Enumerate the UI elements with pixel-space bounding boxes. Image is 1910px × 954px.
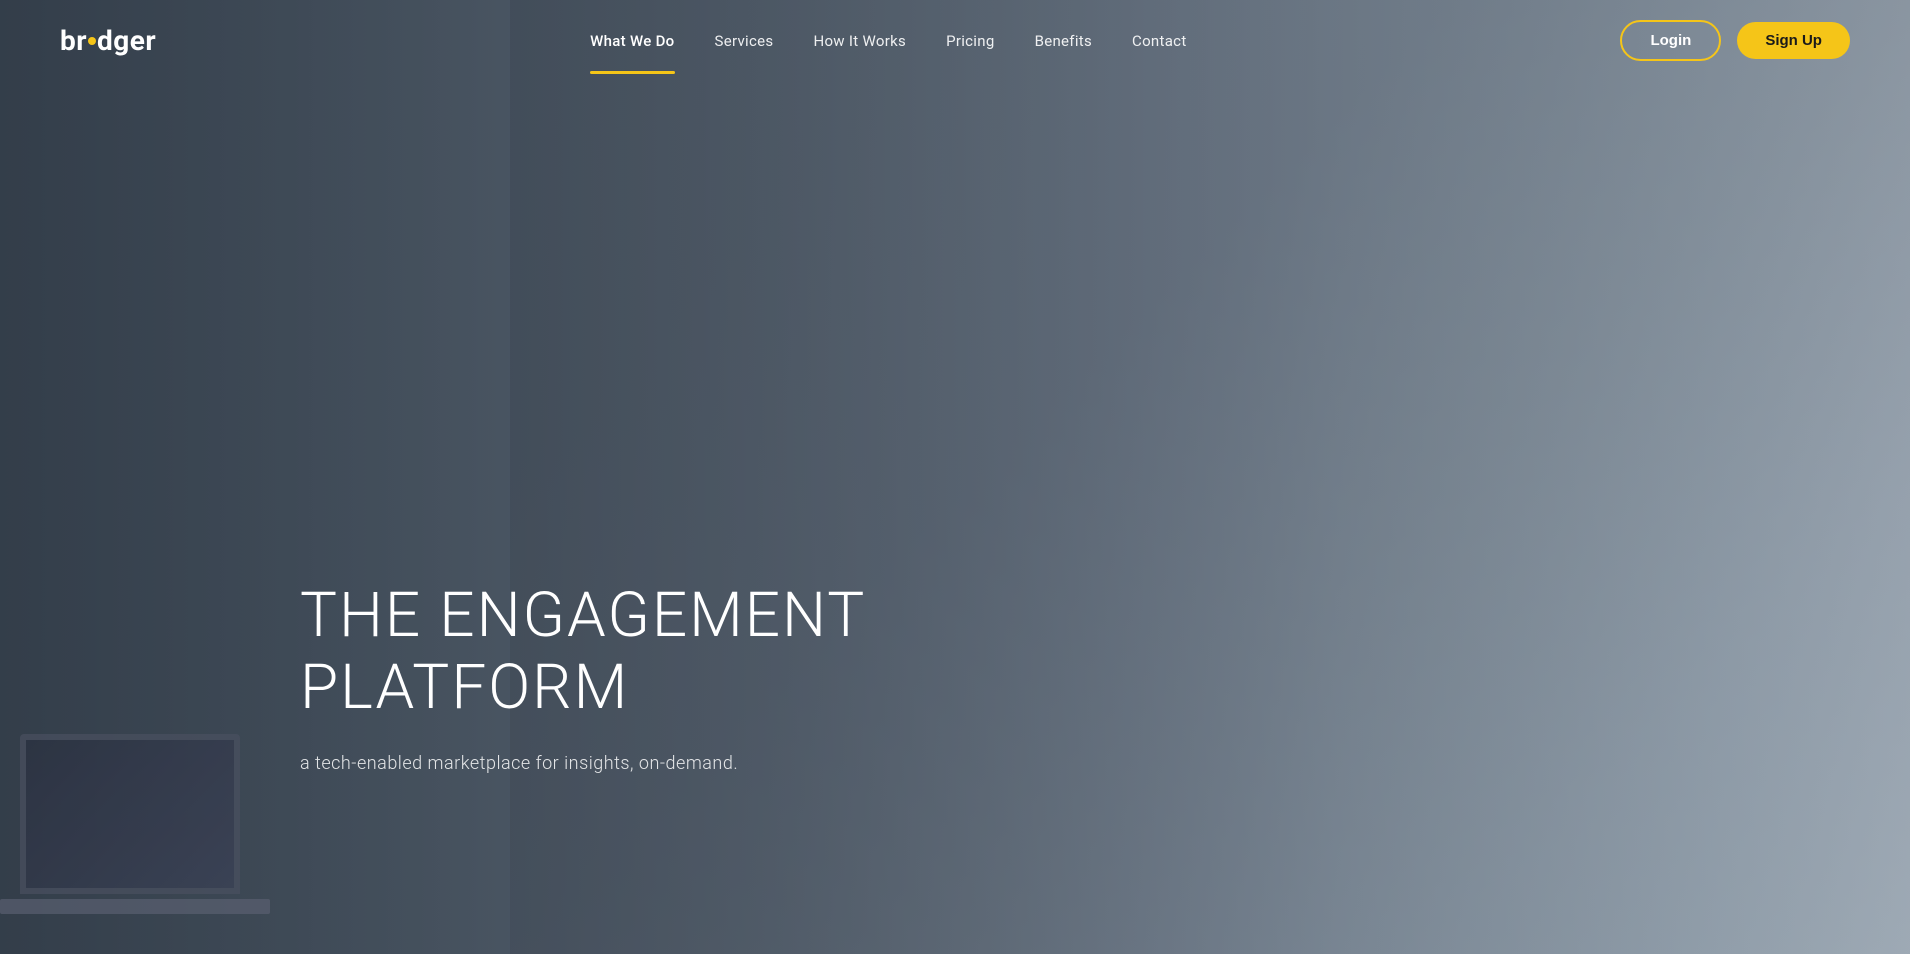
hero-title: THE ENGAGEMENT PLATFORM bbox=[300, 580, 866, 723]
hero-subtitle: a tech-enabled marketplace for insights,… bbox=[300, 753, 866, 774]
nav-item-benefits[interactable]: Benefits bbox=[1035, 31, 1092, 50]
nav-links: What We Do Services How It Works Pricing… bbox=[590, 31, 1186, 50]
nav-item-how-it-works[interactable]: How It Works bbox=[813, 31, 906, 50]
nav-link-what-we-do[interactable]: What We Do bbox=[590, 32, 674, 50]
logo-text: brdger bbox=[60, 24, 156, 57]
nav-link-how-it-works[interactable]: How It Works bbox=[813, 32, 906, 50]
nav-item-contact[interactable]: Contact bbox=[1132, 31, 1187, 50]
logo-dot-icon bbox=[88, 37, 96, 45]
hero-title-line2: PLATFORM bbox=[300, 651, 629, 724]
nav-item-services[interactable]: Services bbox=[715, 31, 774, 50]
nav-item-pricing[interactable]: Pricing bbox=[946, 31, 995, 50]
nav-item-what-we-do[interactable]: What We Do bbox=[590, 31, 674, 50]
nav-link-contact[interactable]: Contact bbox=[1132, 32, 1187, 50]
nav-actions: Login Sign Up bbox=[1620, 20, 1850, 61]
hero-section: brdger What We Do Services How It Works … bbox=[0, 0, 1910, 954]
hero-content: THE ENGAGEMENT PLATFORM a tech-enabled m… bbox=[300, 580, 866, 774]
hero-title-line1: THE ENGAGEMENT bbox=[300, 579, 866, 652]
nav-link-services[interactable]: Services bbox=[715, 32, 774, 50]
login-button[interactable]: Login bbox=[1620, 20, 1721, 61]
navbar: brdger What We Do Services How It Works … bbox=[0, 0, 1910, 80]
signup-button[interactable]: Sign Up bbox=[1737, 22, 1850, 59]
nav-link-pricing[interactable]: Pricing bbox=[946, 32, 995, 50]
laptop-base bbox=[0, 899, 270, 914]
nav-link-benefits[interactable]: Benefits bbox=[1035, 32, 1092, 50]
laptop-screen bbox=[20, 734, 240, 894]
logo[interactable]: brdger bbox=[60, 24, 156, 57]
